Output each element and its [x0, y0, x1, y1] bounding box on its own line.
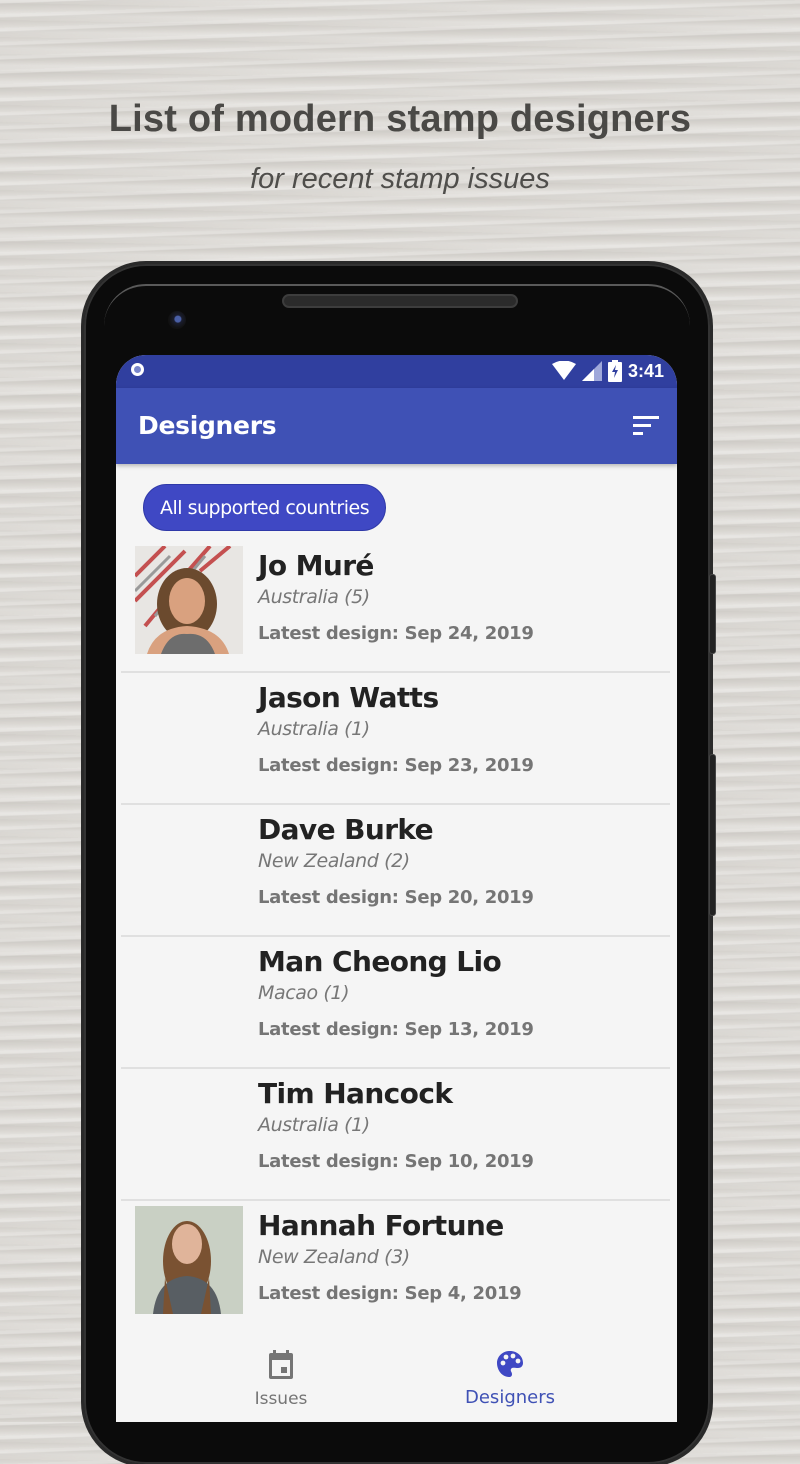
- designer-latest-design: Latest design: Sep 24, 2019: [258, 623, 534, 644]
- nav-label-designers: Designers: [465, 1387, 555, 1408]
- front-camera-icon: [168, 311, 186, 329]
- designer-latest-design: Latest design: Sep 10, 2019: [258, 1151, 534, 1172]
- country-filter-chip[interactable]: All supported countries: [143, 484, 387, 531]
- power-button: [709, 574, 716, 654]
- designer-country: Australia (5): [258, 586, 370, 608]
- page-title: Designers: [138, 411, 277, 440]
- designer-latest-design: Latest design: Sep 23, 2019: [258, 755, 534, 776]
- app-bar: Designers: [116, 388, 677, 464]
- designer-latest-design: Latest design: Sep 13, 2019: [258, 1019, 534, 1040]
- status-bar: 3:41: [116, 355, 677, 388]
- designer-list-item[interactable]: Tim Hancock Australia (1) Latest design:…: [121, 1069, 670, 1201]
- nav-tab-issues[interactable]: Issues: [181, 1350, 381, 1409]
- designer-list: Jo Muré Australia (5) Latest design: Sep…: [116, 541, 677, 1331]
- nav-tab-designers[interactable]: Designers: [410, 1350, 610, 1408]
- designer-list-item[interactable]: Hannah Fortune New Zealand (3) Latest de…: [121, 1201, 670, 1331]
- calendar-icon: [269, 1350, 293, 1379]
- palette-icon: [497, 1351, 523, 1377]
- designer-latest-design: Latest design: Sep 20, 2019: [258, 887, 534, 908]
- designer-list-item[interactable]: Man Cheong Lio Macao (1) Latest design: …: [121, 937, 670, 1069]
- promo-subtitle: for recent stamp issues: [250, 163, 550, 195]
- nav-label-issues: Issues: [254, 1389, 308, 1409]
- designer-country: Australia (1): [258, 1114, 370, 1136]
- designer-country: New Zealand (3): [258, 1246, 410, 1268]
- notification-circle-icon: [131, 363, 144, 376]
- bottom-navigation: Issues Designers: [116, 1340, 677, 1422]
- promo-title: List of modern stamp designers: [108, 98, 692, 140]
- sort-button[interactable]: [631, 412, 661, 440]
- designer-list-item[interactable]: Jo Muré Australia (5) Latest design: Sep…: [121, 541, 670, 673]
- designer-country: Australia (1): [258, 718, 370, 740]
- designer-list-item[interactable]: Dave Burke New Zealand (2) Latest design…: [121, 805, 670, 937]
- cell-signal-icon: [581, 361, 602, 381]
- designer-name: Hannah Fortune: [258, 1209, 504, 1242]
- battery-charging-icon: [607, 360, 622, 382]
- wifi-icon: [551, 361, 576, 380]
- designer-name: Jo Muré: [258, 549, 374, 582]
- designer-photo: [135, 546, 243, 654]
- status-icons: 3:41: [551, 360, 664, 382]
- designer-photo: [135, 1206, 243, 1314]
- designer-name: Dave Burke: [258, 813, 434, 846]
- designer-list-item[interactable]: Jason Watts Australia (1) Latest design:…: [121, 673, 670, 805]
- designer-name: Jason Watts: [258, 681, 439, 714]
- status-time: 3:41: [627, 360, 664, 381]
- designer-name: Man Cheong Lio: [258, 945, 502, 978]
- designer-country: New Zealand (2): [258, 850, 410, 872]
- app-screen: 3:41 Designers All supported countries J…: [116, 355, 677, 1422]
- designer-latest-design: Latest design: Sep 4, 2019: [258, 1283, 522, 1304]
- phone-speaker: [282, 294, 518, 308]
- designer-name: Tim Hancock: [258, 1077, 453, 1110]
- volume-button: [709, 754, 716, 916]
- sort-icon: [633, 416, 659, 435]
- designer-country: Macao (1): [258, 982, 350, 1004]
